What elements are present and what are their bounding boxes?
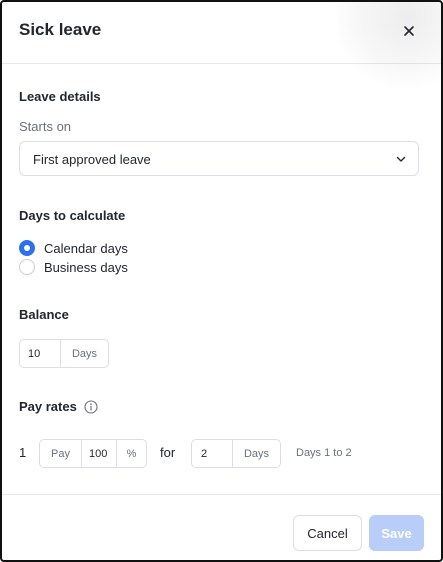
sick-leave-dialog: Sick leave Leave details Starts on First… [0, 0, 443, 562]
dialog-header: Sick leave [2, 2, 441, 92]
balance-input-group: 10 Days [19, 339, 109, 368]
pay-percent-unit: % [116, 440, 146, 467]
radio-label-business-days: Business days [44, 259, 128, 275]
starts-on-label: Starts on [19, 119, 72, 134]
pay-rates-heading: Pay rates [19, 399, 77, 414]
balance-heading: Balance [19, 307, 69, 322]
pay-days-range: Days 1 to 2 [296, 447, 352, 459]
header-glow-decoration [331, 2, 441, 92]
radio-label-calendar-days: Calendar days [44, 240, 128, 256]
pay-rate-row-index: 1 [19, 445, 27, 460]
cancel-button[interactable]: Cancel [293, 515, 362, 551]
radio-calendar-days[interactable]: Calendar days [19, 240, 128, 256]
dialog-footer: Cancel Save [2, 494, 441, 560]
dialog-title: Sick leave [19, 20, 102, 39]
pay-prefix-label: Pay [51, 447, 70, 460]
balance-unit: Days [60, 340, 108, 367]
pay-days-unit: Days [232, 440, 280, 467]
pay-days-group: 2 Days [191, 439, 281, 468]
info-icon[interactable] [84, 400, 98, 414]
chevron-down-icon [396, 156, 406, 162]
days-to-calculate-heading: Days to calculate [19, 208, 126, 223]
close-icon [404, 26, 414, 36]
pay-percentage-input[interactable]: 100 [81, 440, 116, 467]
save-button[interactable]: Save [369, 515, 424, 551]
starts-on-select[interactable]: First approved leave [19, 141, 419, 176]
starts-on-value: First approved leave [33, 152, 151, 167]
pay-days-input[interactable]: 2 [192, 440, 232, 467]
leave-details-heading: Leave details [19, 89, 101, 104]
radio-button-unchecked[interactable] [19, 259, 35, 275]
radio-button-checked[interactable] [19, 240, 35, 256]
radio-business-days[interactable]: Business days [19, 259, 128, 275]
close-button[interactable] [398, 20, 420, 42]
for-text: for [160, 445, 176, 460]
pay-percentage-group: Pay 100 % [39, 439, 147, 468]
balance-input[interactable]: 10 [20, 340, 60, 367]
